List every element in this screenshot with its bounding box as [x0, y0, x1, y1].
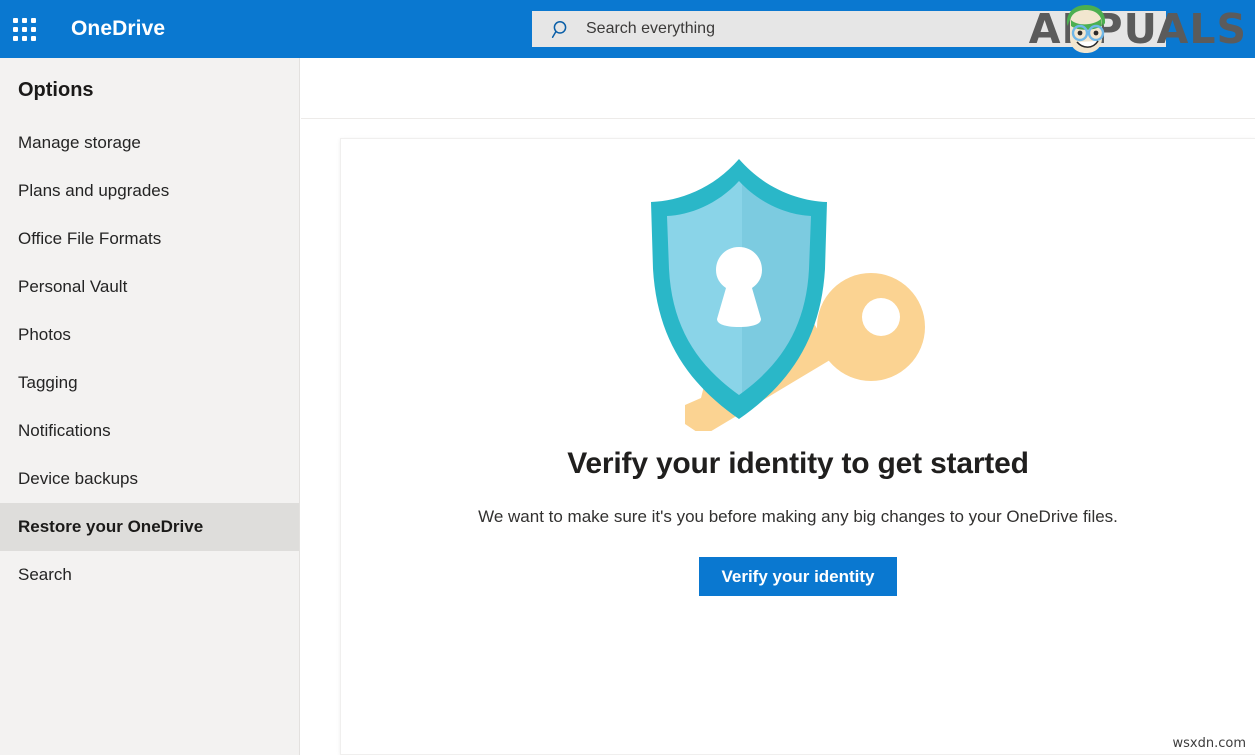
sidebar-item-tagging[interactable]: Tagging [0, 359, 299, 407]
sidebar-item-label: Search [18, 565, 72, 585]
main-content-area: Verify your identity to get started We w… [301, 58, 1255, 755]
sidebar-item-label: Tagging [18, 373, 78, 393]
sidebar-item-label: Device backups [18, 469, 138, 489]
brand-title[interactable]: OneDrive [71, 17, 165, 41]
app-launcher-button[interactable] [0, 0, 48, 58]
sidebar: Options Manage storage Plans and upgrade… [0, 58, 300, 755]
page-title: Verify your identity to get started [567, 447, 1028, 481]
toolbar-divider [301, 118, 1255, 119]
shield-and-key-illustration [643, 151, 953, 431]
sidebar-item-personal-vault[interactable]: Personal Vault [0, 263, 299, 311]
sidebar-item-photos[interactable]: Photos [0, 311, 299, 359]
sidebar-item-device-backups[interactable]: Device backups [0, 455, 299, 503]
sidebar-item-label: Office File Formats [18, 229, 161, 249]
sidebar-item-label: Restore your OneDrive [18, 517, 203, 537]
sidebar-item-label: Notifications [18, 421, 111, 441]
verify-identity-card: Verify your identity to get started We w… [340, 138, 1255, 755]
search-input[interactable] [586, 11, 1166, 47]
sidebar-item-office-file-formats[interactable]: Office File Formats [0, 215, 299, 263]
sidebar-item-search[interactable]: Search [0, 551, 299, 599]
search-icon [551, 19, 572, 40]
sidebar-item-manage-storage[interactable]: Manage storage [0, 119, 299, 167]
sidebar-item-notifications[interactable]: Notifications [0, 407, 299, 455]
sidebar-item-label: Personal Vault [18, 277, 127, 297]
sidebar-item-label: Manage storage [18, 133, 141, 153]
page-description: We want to make sure it's you before mak… [478, 507, 1118, 527]
search-box[interactable] [532, 11, 1166, 47]
sidebar-nav: Manage storage Plans and upgrades Office… [0, 119, 299, 599]
sidebar-heading: Options [0, 58, 299, 100]
sidebar-item-label: Photos [18, 325, 71, 345]
sidebar-item-label: Plans and upgrades [18, 181, 169, 201]
sidebar-item-plans-and-upgrades[interactable]: Plans and upgrades [0, 167, 299, 215]
app-header: OneDrive APPUALS [0, 0, 1255, 58]
app-launcher-grid-icon [13, 18, 36, 41]
verify-identity-button[interactable]: Verify your identity [699, 557, 896, 596]
sidebar-item-restore-your-onedrive[interactable]: Restore your OneDrive [0, 503, 299, 551]
